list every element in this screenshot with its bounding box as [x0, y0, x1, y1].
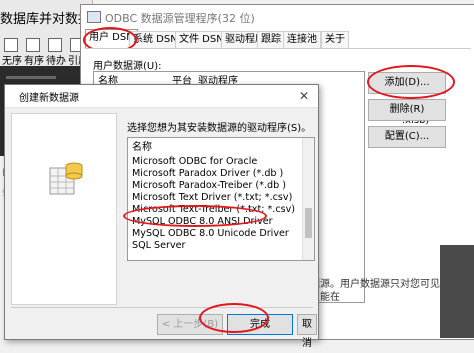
tab-connection-pool[interactable]: 连接池 [283, 31, 321, 48]
odbc-titlebar: ODBC 数据源管理程序(32 位) [81, 5, 474, 29]
odbc-app-icon [87, 11, 101, 23]
driver-prompt: 选择您想为其安装数据源的驱动程序(S)。 [127, 123, 312, 134]
unordered-list-icon[interactable] [4, 38, 18, 52]
list-item[interactable]: MySQL ODBC 8.0 Unicode Driver [132, 228, 302, 240]
tab-tracing[interactable]: 跟踪 [257, 31, 285, 48]
cancel-button[interactable]: 取消 [297, 314, 317, 349]
dialog-illustration-panel [11, 113, 117, 305]
dialog-divider [11, 307, 313, 308]
toolbar-label-todo: 待办 [46, 56, 66, 67]
dialog-titlebar: 创建新数据源 ✕ [5, 85, 318, 108]
background-dark-window [440, 245, 474, 338]
list-item[interactable]: SQL Server [132, 240, 302, 252]
list-item[interactable]: Microsoft Paradox-Treiber (*.db ) [132, 180, 302, 192]
configure-button[interactable]: 配置(C)... [368, 126, 446, 148]
driver-list-scrollbar[interactable] [302, 138, 314, 260]
odbc-window-title: ODBC 数据源管理程序(32 位) [105, 12, 255, 25]
annotation-circle-add [367, 65, 455, 99]
create-data-source-dialog: 创建新数据源 ✕ 选择您想为其安装数据源的驱动程序(S)。 名称 Microso… [4, 84, 319, 349]
driver-list-header[interactable]: 名称 [132, 138, 152, 153]
list-item[interactable]: Microsoft ODBC for Oracle [132, 156, 302, 168]
database-icon [49, 162, 83, 195]
delete-button[interactable]: 删除(R) [368, 99, 446, 121]
annotation-circle-mysql [123, 205, 267, 227]
close-icon[interactable]: ✕ [295, 87, 313, 105]
toolbar-label-ordered: 有序 [24, 56, 44, 67]
ordered-list-icon[interactable] [26, 38, 40, 52]
driver-rows: Microsoft ODBC for Oracle Microsoft Para… [132, 156, 302, 252]
toolbar-label-unordered: 无序 [2, 56, 22, 67]
annotation-circle-finish [199, 303, 269, 333]
list-item[interactable]: Microsoft Paradox Driver (*.db ) [132, 168, 302, 180]
user-data-sources-label: 用户数据源(U): [93, 61, 162, 72]
editor-toolbar: 无序 有序 待办 引用 [0, 38, 92, 67]
todo-icon[interactable] [48, 38, 62, 52]
list-item[interactable]: Microsoft Text Driver (*.txt; *.csv) [132, 192, 302, 204]
scrollbar-thumb[interactable] [305, 208, 312, 238]
driver-list[interactable]: 名称 Microsoft ODBC for Oracle Microsoft P… [127, 137, 315, 261]
tab-about[interactable]: 关于 [321, 31, 349, 48]
dialog-title: 创建新数据源 [19, 93, 79, 104]
tab-file-dsn[interactable]: 文件 DSN [175, 31, 228, 48]
